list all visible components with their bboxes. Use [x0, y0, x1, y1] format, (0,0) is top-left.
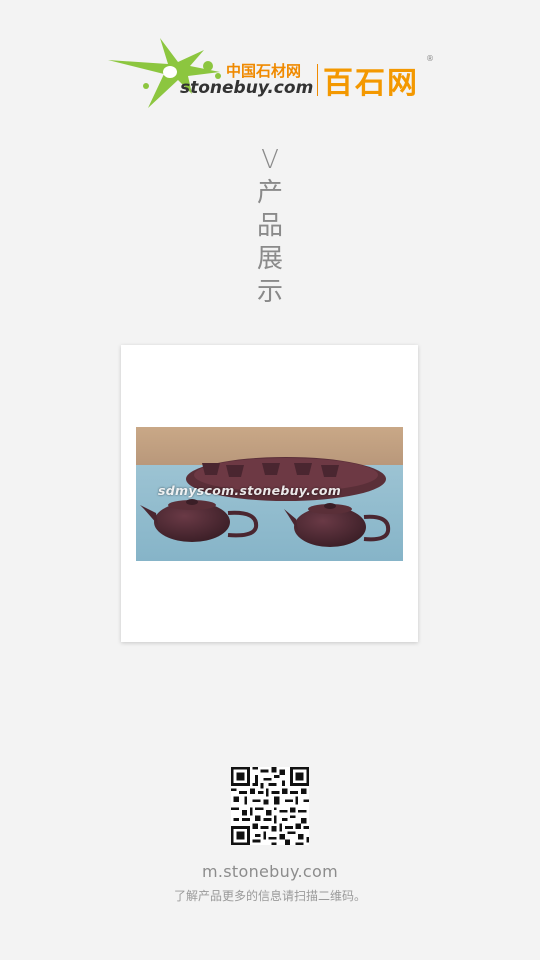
logo-domain: stonebuy.com: [180, 78, 314, 98]
section-title-glyph: 展: [256, 244, 283, 274]
star-logo-icon: [108, 38, 221, 108]
section-title-glyph: V: [261, 145, 279, 175]
scan-tip: 了解产品更多的信息请扫描二维码。: [173, 889, 366, 903]
logo-brand-cn: 百石网: [323, 66, 419, 101]
section-title: V 产 品 展 示: [250, 144, 290, 309]
qr-code-icon: [231, 767, 309, 845]
logo: 中国石材网 stonebuy.com 百石网 ®: [108, 36, 438, 112]
logo-divider: [317, 64, 318, 96]
site-url[interactable]: m.stonebuy.com: [0, 862, 540, 881]
section-title-glyph: 品: [256, 211, 283, 241]
section-title-glyph: 产: [256, 178, 283, 208]
registered-mark: ®: [426, 54, 434, 63]
section-title-glyph: 示: [256, 277, 283, 307]
product-image[interactable]: sdmyscom.stonebuy.com: [136, 427, 403, 561]
product-card[interactable]: sdmyscom.stonebuy.com: [121, 345, 418, 642]
image-watermark: sdmyscom.stonebuy.com: [158, 483, 342, 498]
